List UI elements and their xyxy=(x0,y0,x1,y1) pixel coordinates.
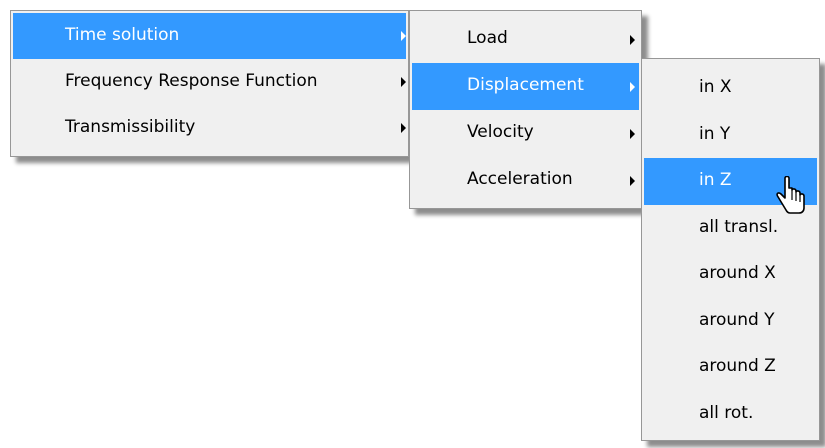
menu-item-time-solution[interactable]: Time solution xyxy=(13,13,406,59)
menu-item-label: around Z xyxy=(699,356,776,376)
submenu-arrow-icon xyxy=(401,77,406,87)
submenu-arrow-icon xyxy=(401,31,406,41)
menu-item-label: Transmissibility xyxy=(65,117,196,137)
menu-item-label: all rot. xyxy=(699,402,754,423)
menu-item-label: around Y xyxy=(699,309,775,330)
menu-item-label: in X xyxy=(699,77,732,97)
menu-item-load[interactable]: Load xyxy=(412,16,639,63)
submenu-arrow-icon xyxy=(630,128,635,139)
menu-item-label: all transl. xyxy=(699,216,779,237)
submenu-arrow-icon xyxy=(401,123,406,133)
menu-item-acceleration[interactable]: Acceleration xyxy=(412,157,639,204)
mouse-pointer-icon xyxy=(776,176,805,214)
menu-item-label: Time solution xyxy=(65,25,180,45)
menu-item-label: in Y xyxy=(699,123,731,144)
menu-item-label: Velocity xyxy=(467,122,534,142)
context-menu-main: Time solution Frequency Response Functio… xyxy=(10,10,409,157)
submenu-displacement: in X in Y in Z all transl. around X arou… xyxy=(641,58,820,441)
submenu-arrow-icon xyxy=(630,81,635,92)
menu-item-in-y[interactable]: in Y xyxy=(644,112,817,159)
menu-item-around-y[interactable]: around Y xyxy=(644,298,817,345)
menu-item-displacement[interactable]: Displacement xyxy=(412,63,639,110)
menu-item-around-x[interactable]: around X xyxy=(644,251,817,298)
submenu-arrow-icon xyxy=(630,175,635,186)
menu-item-label: Frequency Response Function xyxy=(65,71,318,91)
menu-item-all-rot[interactable]: all rot. xyxy=(644,391,817,438)
menu-item-around-z[interactable]: around Z xyxy=(644,344,817,391)
menu-item-velocity[interactable]: Velocity xyxy=(412,110,639,157)
submenu-time-solution: Load Displacement Velocity Acceleration xyxy=(409,10,642,209)
menu-item-label: Displacement xyxy=(467,75,584,95)
menu-item-label: Load xyxy=(467,28,508,48)
menu-item-label: Acceleration xyxy=(467,169,573,189)
menu-item-label: around X xyxy=(699,263,776,283)
menu-item-frequency-response-function[interactable]: Frequency Response Function xyxy=(13,59,406,105)
menu-item-in-x[interactable]: in X xyxy=(644,65,817,112)
submenu-arrow-icon xyxy=(630,34,635,45)
menu-item-label: in Z xyxy=(699,170,732,190)
menu-item-transmissibility[interactable]: Transmissibility xyxy=(13,105,406,151)
